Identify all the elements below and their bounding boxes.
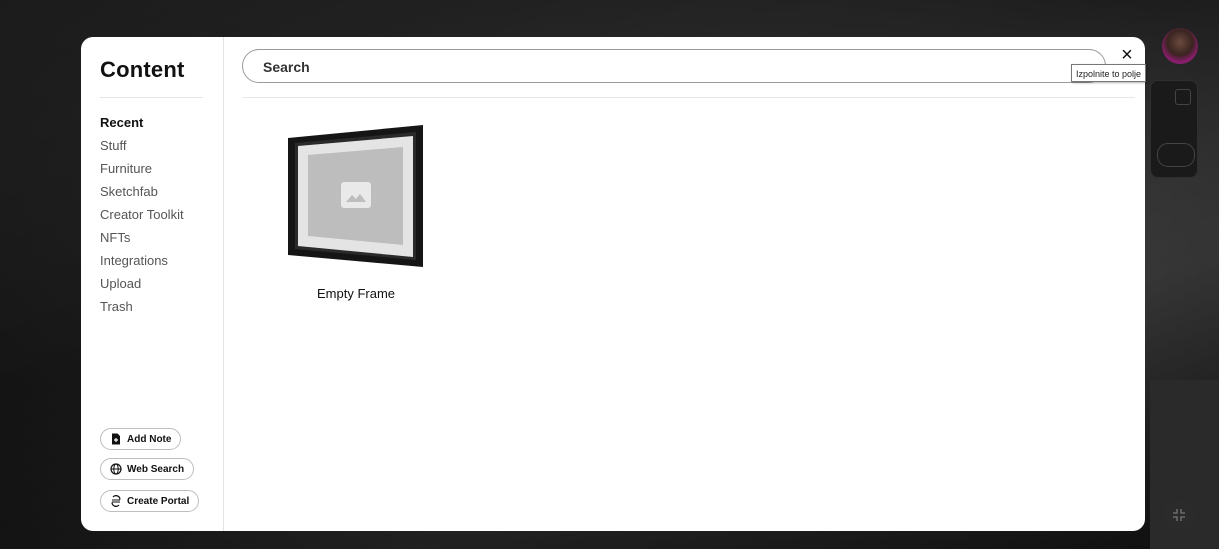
- sidebar-item-nfts[interactable]: NFTs: [100, 226, 184, 249]
- empty-frame-thumbnail: [288, 125, 423, 267]
- panel-pill: [1157, 143, 1195, 167]
- add-note-label: Add Note: [127, 433, 172, 445]
- portal-icon: [111, 495, 121, 507]
- sidebar-item-stuff[interactable]: Stuff: [100, 134, 184, 157]
- add-note-button[interactable]: Add Note: [100, 428, 182, 450]
- globe-icon: [110, 463, 122, 475]
- create-portal-button[interactable]: Create Portal: [100, 490, 200, 512]
- sidebar-item-furniture[interactable]: Furniture: [100, 157, 184, 180]
- note-add-icon: [112, 433, 120, 445]
- create-portal-label: Create Portal: [127, 495, 190, 507]
- web-search-label: Web Search: [127, 463, 185, 475]
- sidebar-item-creator-toolkit[interactable]: Creator Toolkit: [100, 203, 184, 226]
- image-placeholder-icon: [341, 182, 371, 208]
- sidebar-item-trash[interactable]: Trash: [100, 295, 184, 318]
- sidebar-title: Content: [100, 57, 185, 82]
- header-divider: [242, 97, 1135, 98]
- tooltip: Izpolnite to polje: [1071, 64, 1147, 82]
- sidebar-divider: [100, 97, 203, 98]
- avatar[interactable]: [1162, 28, 1198, 64]
- sidebar-item-integrations[interactable]: Integrations: [100, 249, 184, 272]
- content-item-card[interactable]: Empty Frame: [286, 124, 426, 301]
- sidebar-item-upload[interactable]: Upload: [100, 272, 184, 295]
- minimize-icon[interactable]: [1163, 499, 1195, 531]
- sidebar-item-sketchfab[interactable]: Sketchfab: [100, 180, 184, 203]
- sidebar-item-recent[interactable]: Recent: [100, 111, 184, 134]
- panel-square-icon: [1175, 89, 1191, 105]
- search-input[interactable]: [261, 50, 1085, 84]
- content-item-label: Empty Frame: [316, 286, 395, 301]
- search-box[interactable]: [242, 49, 1106, 84]
- background-side-panel: [1150, 80, 1198, 178]
- close-icon[interactable]: ×: [1117, 45, 1137, 65]
- web-search-button[interactable]: Web Search: [100, 458, 195, 480]
- sidebar-nav: Recent Stuff Furniture Sketchfab Creator…: [100, 111, 184, 318]
- content-modal: Content Recent Stuff Furniture Sketchfab…: [81, 37, 1145, 531]
- sidebar: Content Recent Stuff Furniture Sketchfab…: [81, 37, 224, 531]
